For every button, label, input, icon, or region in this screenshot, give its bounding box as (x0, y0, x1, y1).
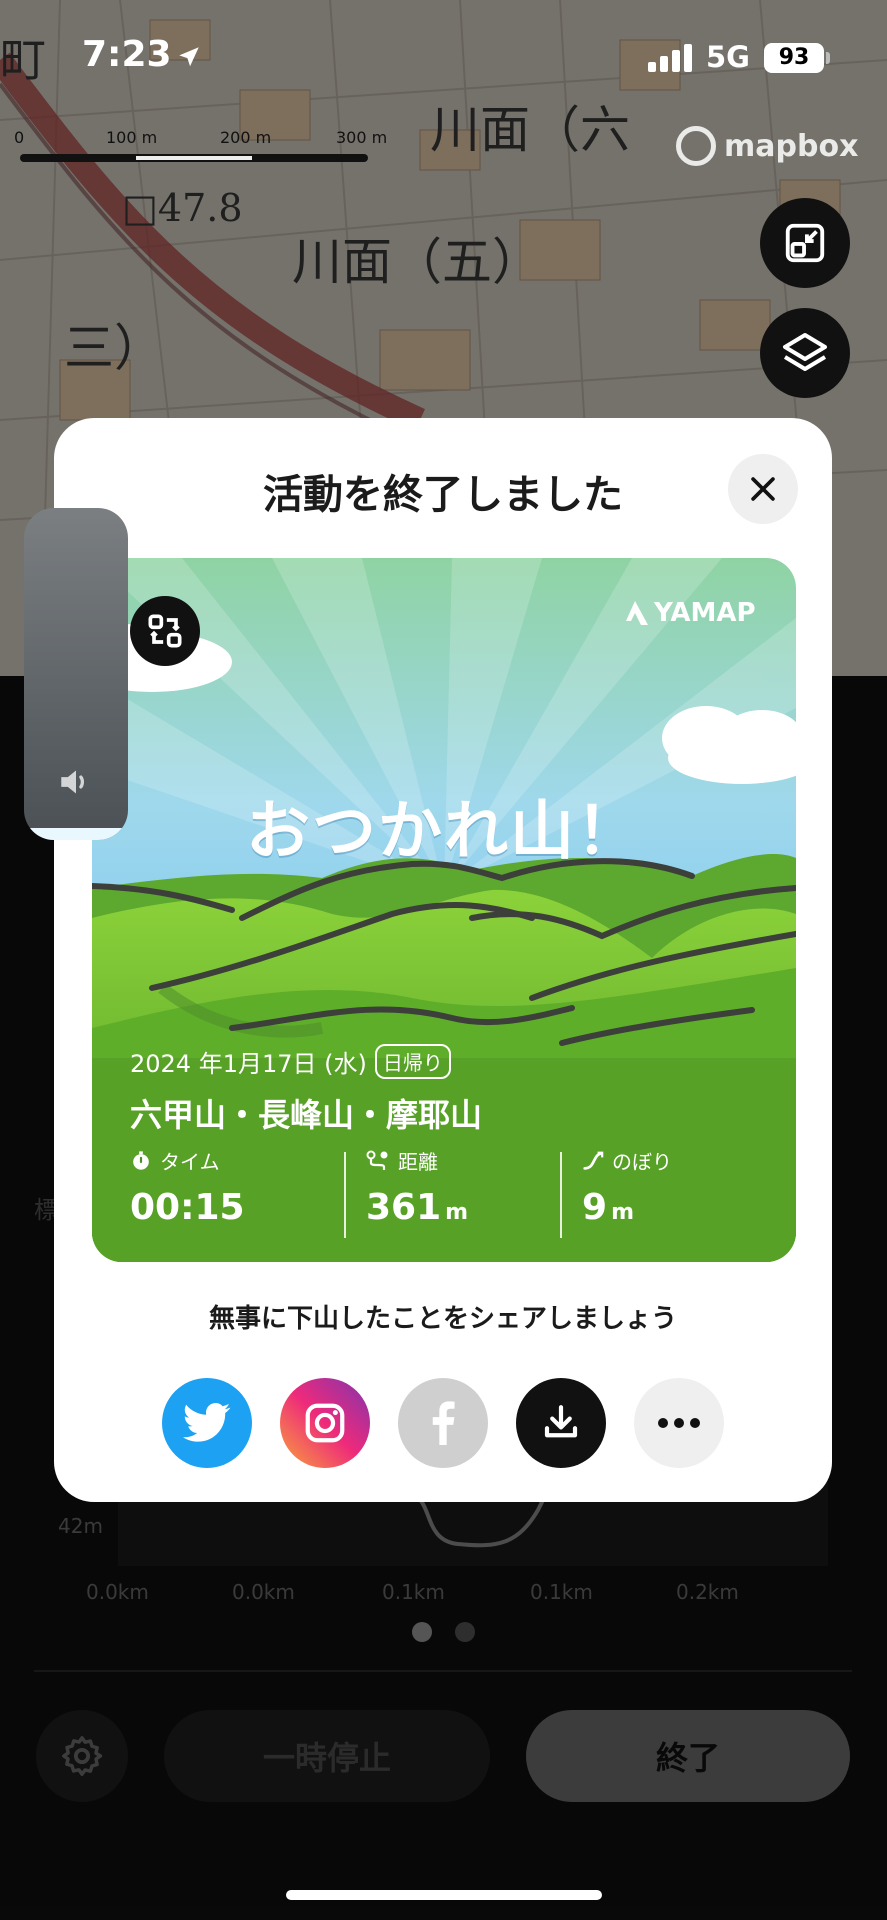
scale-label: 100 m (106, 128, 158, 147)
card-headline: おつかれ山！ (246, 795, 642, 869)
map-layers-button[interactable] (760, 308, 850, 398)
stat-value: 361 (366, 1187, 442, 1228)
share-instagram-button[interactable] (280, 1378, 370, 1468)
network-type: 5G (706, 40, 750, 74)
stat-label: のぼり (612, 1150, 672, 1174)
swap-icon (148, 614, 182, 648)
twitter-icon (183, 1403, 231, 1442)
stat-value: 00:15 (130, 1187, 245, 1228)
brand-name: YAMAP (654, 598, 756, 628)
scale-label: 200 m (220, 128, 272, 147)
stat-unit: m (611, 1200, 634, 1225)
mapbox-logo-icon (676, 126, 716, 166)
download-button[interactable] (516, 1378, 606, 1468)
activity-date: 2024 年1月17日 (水) (130, 1050, 367, 1078)
scale-bar-line (20, 154, 368, 162)
close-button[interactable] (728, 454, 798, 524)
mapbox-wordmark: mapbox (724, 128, 859, 164)
stat-label: タイム (160, 1150, 220, 1174)
close-icon (751, 477, 775, 501)
share-facebook-button[interactable] (398, 1378, 488, 1468)
route-icon (366, 1150, 388, 1170)
share-buttons (162, 1378, 726, 1468)
layers-icon (783, 333, 827, 371)
battery-indicator: 93 (764, 43, 824, 73)
volume-indicator[interactable] (24, 508, 128, 840)
share-card: YAMAP おつかれ山！ 2024 年1月17日 (水) 日帰り 六甲山・長峰山… (92, 558, 796, 1262)
share-prompt: 無事に下山したことをシェアしましょう (208, 1304, 677, 1334)
speaker-icon (61, 770, 85, 794)
scale-label: 300 m (336, 128, 388, 147)
map-scale-bar: 0 100 m 200 m 300 m (14, 128, 394, 168)
instagram-icon (305, 1403, 345, 1443)
download-icon (544, 1405, 578, 1438)
mapbox-attribution[interactable]: mapbox (676, 126, 858, 166)
scale-label: 0 (14, 128, 25, 147)
ascent-icon (583, 1151, 604, 1170)
yamap-mountain-icon (626, 601, 648, 625)
more-icon (658, 1418, 700, 1428)
stopwatch-icon (133, 1150, 149, 1170)
minimize-icon (785, 223, 825, 263)
home-indicator[interactable] (286, 1890, 602, 1900)
swap-card-button[interactable] (130, 596, 200, 666)
status-bar: 7:23 5G 93 (0, 0, 887, 100)
share-twitter-button[interactable] (162, 1378, 252, 1468)
activity-finished-dialog: 活動を終了しました YAMAP おつかれ山！ 2024 年1月17日 (水) 日… (54, 418, 832, 1502)
dialog-title: 活動を終了しました (263, 472, 623, 518)
stat-divider (560, 1152, 562, 1238)
stat-label: 距離 (398, 1150, 438, 1174)
stat-distance: 距離 361 m (366, 1146, 468, 1228)
stat-value: 9 (582, 1187, 608, 1228)
facebook-icon (432, 1401, 455, 1445)
map-fit-button[interactable] (760, 198, 850, 288)
stat-ascent: のぼり 9m (582, 1146, 672, 1228)
stat-time: タイム 00:15 (130, 1146, 245, 1228)
activity-date-row: 2024 年1月17日 (水) 日帰り (130, 1044, 451, 1079)
mountain-names: 六甲山・長峰山・摩耶山 (130, 1096, 483, 1134)
stat-unit: m (445, 1200, 469, 1225)
battery-tip (826, 52, 830, 64)
volume-level-fill (24, 828, 128, 840)
stat-divider (344, 1152, 346, 1238)
yamap-logo: YAMAP (622, 598, 756, 628)
location-arrow-icon (179, 47, 199, 67)
more-options-button[interactable] (634, 1378, 724, 1468)
cellular-signal-icon (648, 44, 692, 72)
status-time: 7:23 (82, 34, 172, 75)
trip-type-badge: 日帰り (374, 1044, 451, 1079)
